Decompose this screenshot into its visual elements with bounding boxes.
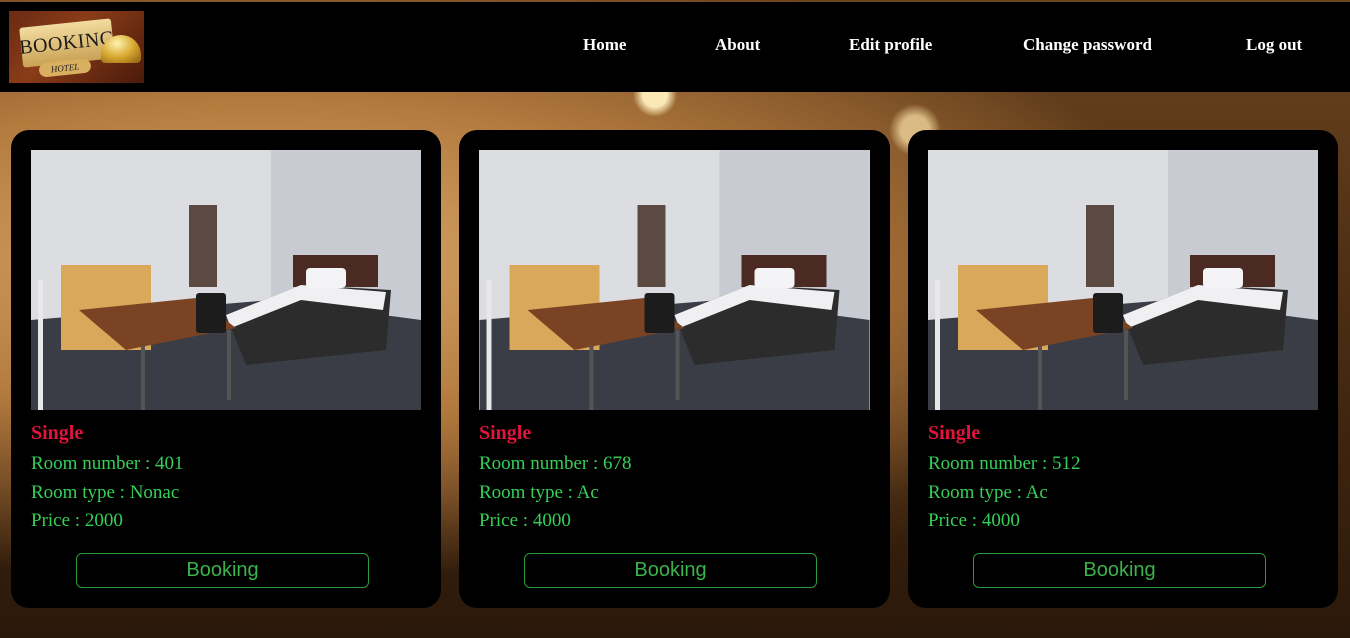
- service-bell-icon: [101, 35, 141, 63]
- room-number: Room number : 678: [479, 453, 632, 474]
- room-photo: [479, 150, 870, 410]
- nav-log-out[interactable]: Log out: [1246, 35, 1302, 57]
- booking-hotel-logo[interactable]: BOOKING HOTEL: [9, 11, 144, 83]
- room-card: Single Room number : 512 Room type : Ac …: [908, 130, 1338, 608]
- nav-about[interactable]: About: [715, 35, 760, 57]
- top-navigation-bar: BOOKING HOTEL Home About Edit profile Ch…: [0, 2, 1350, 92]
- room-card: Single Room number : 678 Room type : Ac …: [459, 130, 890, 608]
- room-card: Single Room number : 401 Room type : Non…: [11, 130, 441, 608]
- room-category: Single: [928, 422, 981, 444]
- room-price: Price : 4000: [928, 510, 1020, 531]
- room-photo: [31, 150, 421, 410]
- booking-button[interactable]: Booking: [524, 553, 817, 588]
- booking-button[interactable]: Booking: [76, 553, 369, 588]
- room-number: Room number : 401: [31, 453, 184, 474]
- room-category: Single: [31, 422, 84, 444]
- room-price: Price : 4000: [479, 510, 571, 531]
- nav-change-password[interactable]: Change password: [1023, 35, 1152, 57]
- room-type: Room type : Ac: [928, 482, 1048, 503]
- room-type: Room type : Nonac: [31, 482, 180, 503]
- room-photo: [928, 150, 1318, 410]
- nav-home[interactable]: Home: [583, 35, 626, 57]
- room-price: Price : 2000: [31, 510, 123, 531]
- room-type: Room type : Ac: [479, 482, 599, 503]
- room-category: Single: [479, 422, 532, 444]
- booking-button[interactable]: Booking: [973, 553, 1266, 588]
- logo-subtext: HOTEL: [50, 61, 80, 75]
- room-number: Room number : 512: [928, 453, 1081, 474]
- nav-edit-profile[interactable]: Edit profile: [849, 35, 932, 57]
